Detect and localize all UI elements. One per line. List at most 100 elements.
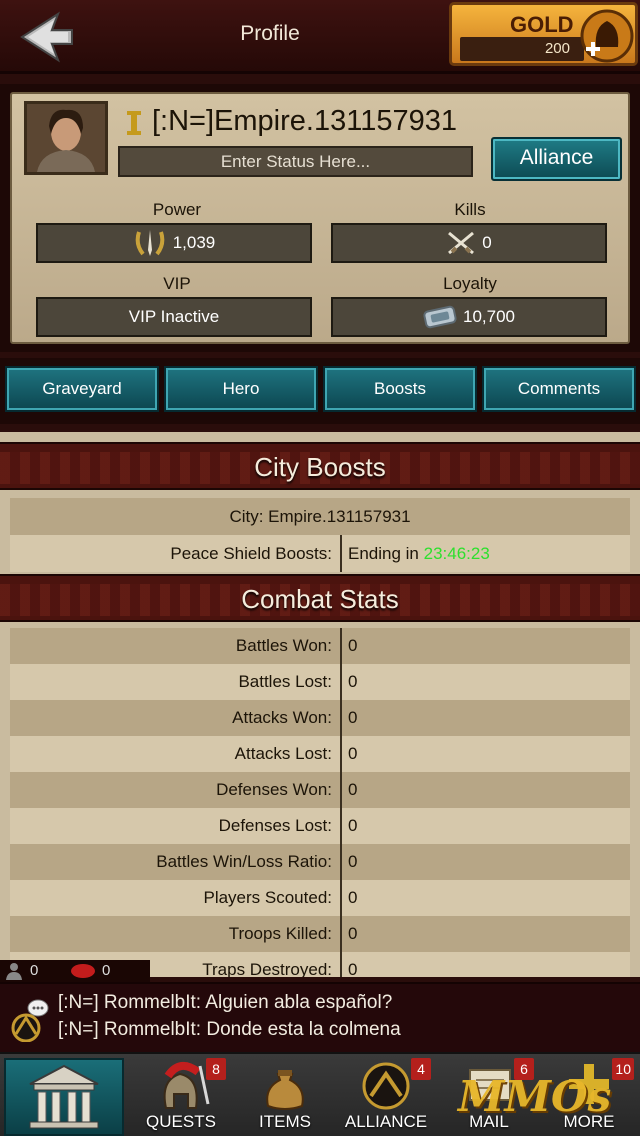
crossed-swords-icon [448,231,475,255]
online-counters: 0 0 [0,960,150,982]
stat-label: Attacks Lost: [234,744,332,763]
stat-value: 0 [340,664,357,700]
gold-value: 200 [544,40,570,57]
stat-row: Defenses Lost: 0 [10,808,630,844]
stat-label: Defenses Won: [216,780,332,799]
combat-stats-header: Combat Stats [0,574,640,622]
gold-balance-button[interactable]: GOLD 200 [449,2,638,66]
kills-value: 0 [482,233,492,252]
stat-value: 0 [340,916,357,952]
stat-label: Defenses Lost: [218,816,332,835]
rank-icon [127,111,141,135]
stat-value: 0 [340,628,357,664]
power-box: 1,039 [36,223,312,263]
more-badge: 10 [612,1058,634,1080]
peace-shield-timer: 23:46:23 [423,544,490,563]
stat-row: Attacks Won: 0 [10,700,630,736]
chat-message: [:N=] RommelbIt: Donde esta la colmena [58,1019,401,1040]
add-gold-icon [580,9,634,63]
messages-count: 0 [102,962,111,979]
profile-tabs: Graveyard Hero Boosts Comments [0,358,640,424]
nav-quests-label: QUESTS [146,1112,216,1131]
spartan-helmet-icon [163,1062,210,1109]
stat-value: 0 [340,808,357,844]
chat-icon[interactable] [8,996,54,1042]
stat-label: Players Scouted: [203,888,332,907]
power-label: Power [152,200,202,219]
city-temple-icon [29,1064,99,1129]
nav-quests[interactable]: 8 QUESTS [132,1056,230,1136]
stat-value: 0 [340,844,357,880]
peace-shield-value: Ending in 23:46:23 [340,535,490,572]
peace-shield-label: Peace Shield Boosts: [170,544,332,563]
back-button[interactable] [18,8,76,66]
power-value: 1,039 [172,233,216,252]
vip-box[interactable]: VIP Inactive [36,297,312,337]
chat-panel[interactable]: [:N=] RommelbIt: Alguien abla español? [… [0,982,640,1052]
kills-box: 0 [331,223,607,263]
profile-content[interactable]: City Boosts City: Empire.131157931 Peace… [0,432,640,977]
alliance-button[interactable]: Alliance [491,137,622,181]
stat-value: 0 [340,880,357,916]
tab-hero[interactable]: Hero [164,366,318,412]
city-name: City: Empire.131157931 [229,507,411,526]
player-name: [:N=]Empire.131157931 [152,105,457,137]
chat-message: [:N=] RommelbIt: Alguien abla español? [58,992,393,1013]
peace-shield-row: Peace Shield Boosts: Ending in 23:46:23 [10,535,630,572]
stat-label: Battles Lost: [238,672,332,691]
stat-value: 0 [340,736,357,772]
loyalty-token-icon [423,305,457,329]
kills-label: Kills [454,200,486,219]
loyalty-box: 10,700 [331,297,607,337]
profile-panel: [:N=]Empire.131157931 Alliance Power Kil… [10,92,630,344]
city-button[interactable] [4,1058,124,1136]
stat-row: Players Scouted: 0 [10,880,630,916]
top-bar: Profile GOLD 200 [0,0,640,74]
back-arrow-icon [20,11,73,63]
vip-label: VIP [163,274,191,293]
stat-row: Troops Killed: 0 [10,916,630,952]
nav-alliance[interactable]: 4 ALLIANCE [337,1056,435,1136]
city-boosts-header: City Boosts [0,442,640,490]
quests-badge: 8 [206,1058,226,1080]
nav-items[interactable]: ITEMS [236,1056,334,1136]
stat-row: Attacks Lost: 0 [10,736,630,772]
stat-label: Attacks Won: [232,708,332,727]
loyalty-label: Loyalty [443,274,497,293]
avatar[interactable] [24,101,108,175]
alliance-badge: 4 [411,1058,431,1080]
stat-label: Battles Win/Loss Ratio: [156,852,332,871]
page-title: Profile [240,22,300,45]
alliance-emblem-icon [362,1062,410,1110]
stat-value: 0 [340,772,357,808]
hero-portrait-icon [27,104,105,172]
treasure-sack-icon [266,1070,304,1110]
vip-value: VIP Inactive [128,307,220,326]
loyalty-value: 10,700 [463,307,515,326]
status-input[interactable] [118,146,473,177]
stat-label: Troops Killed: [228,924,332,943]
stat-value: 0 [340,952,357,977]
tab-comments[interactable]: Comments [482,366,636,412]
bottom-nav: 8 QUESTS ITEMS 4 ALLIANCE 6 MAIL 10 MORE… [0,1052,640,1136]
city-name-row: City: Empire.131157931 [10,498,630,535]
stat-label: Battles Won: [235,636,332,655]
stat-row: Battles Lost: 0 [10,664,630,700]
gold-label: GOLD [510,12,574,37]
stat-value: 0 [340,700,357,736]
player-silhouette-icon [6,963,22,980]
gold-value-bar: 200 [460,37,584,61]
site-watermark: MMOs [458,1072,612,1121]
nav-items-label: ITEMS [259,1112,311,1131]
city-boosts-title: City Boosts [254,452,386,482]
nav-alliance-label: ALLIANCE [344,1112,428,1131]
players-count: 0 [30,962,39,979]
combat-stats-title: Combat Stats [241,584,399,614]
stat-row: Battles Win/Loss Ratio: 0 [10,844,630,880]
tab-boosts[interactable]: Boosts [323,366,477,412]
power-laurel-icon [135,230,165,256]
tab-graveyard[interactable]: Graveyard [5,366,159,412]
peace-shield-prefix: Ending in [348,544,424,563]
profile-frame: [:N=]Empire.131157931 Alliance Power Kil… [0,84,640,352]
stat-row: Defenses Won: 0 [10,772,630,808]
